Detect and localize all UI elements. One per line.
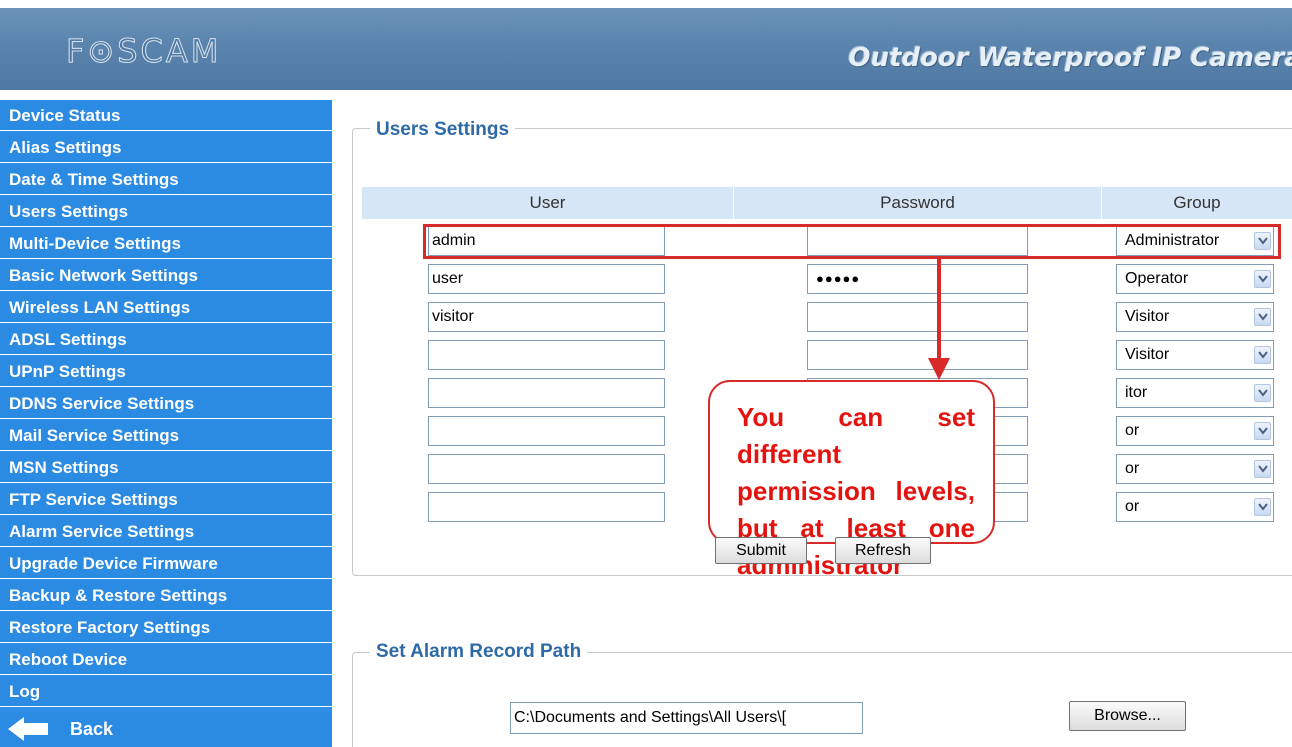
back-button[interactable]: Back (0, 712, 332, 747)
password-input[interactable] (807, 340, 1028, 370)
chevron-down-icon[interactable] (1254, 460, 1271, 478)
sidebar-item-restore-factory-settings[interactable]: Restore Factory Settings (0, 612, 332, 643)
password-input[interactable] (807, 226, 1028, 256)
sidebar-item-mail-service-settings[interactable]: Mail Service Settings (0, 420, 332, 451)
header-banner: F⊙SCAM Outdoor Waterproof IP Camera (0, 8, 1292, 90)
sidebar-item-basic-network-settings[interactable]: Basic Network Settings (0, 260, 332, 291)
sidebar-item-date-time-settings[interactable]: Date & Time Settings (0, 164, 332, 195)
group-select-value: or (1125, 422, 1140, 439)
chevron-down-icon[interactable] (1254, 346, 1271, 364)
group-select[interactable]: or (1116, 416, 1274, 446)
annotation-callout: You can set different permission levels,… (708, 380, 995, 580)
back-label: Back (70, 719, 114, 739)
user-name-input[interactable] (428, 340, 665, 370)
group-select-value: itor (1125, 384, 1148, 401)
sidebar-item-alarm-service-settings[interactable]: Alarm Service Settings (0, 516, 332, 547)
sidebar-item-ddns-service-settings[interactable]: DDNS Service Settings (0, 388, 332, 419)
group-select-value: or (1125, 498, 1140, 515)
foscam-logo: F⊙SCAM (65, 32, 222, 71)
user-name-input[interactable] (428, 226, 665, 256)
sidebar-item-upgrade-device-firmware[interactable]: Upgrade Device Firmware (0, 548, 332, 579)
user-name-input[interactable] (428, 416, 665, 446)
user-name-input[interactable] (428, 378, 665, 408)
group-select[interactable]: itor (1116, 378, 1274, 408)
sidebar-item-alias-settings[interactable]: Alias Settings (0, 132, 332, 163)
product-tagline: Outdoor Waterproof IP Camera (848, 43, 1292, 73)
group-select[interactable]: Visitor (1116, 340, 1274, 370)
group-select-value: or (1125, 460, 1140, 477)
password-input[interactable] (807, 302, 1028, 332)
chevron-down-icon[interactable] (1254, 270, 1271, 288)
sidebar-item-device-status[interactable]: Device Status (0, 100, 332, 131)
password-input[interactable]: ●●●●● (807, 264, 1028, 294)
group-select-value: Operator (1125, 270, 1189, 287)
chevron-down-icon[interactable] (1254, 308, 1271, 326)
sidebar-item-log[interactable]: Log (0, 676, 332, 707)
group-select[interactable]: Visitor (1116, 302, 1274, 332)
group-select-value: Administrator (1125, 232, 1220, 249)
back-arrow-icon (8, 717, 48, 741)
column-header-group: Group (1173, 193, 1221, 212)
sidebar-item-upnp-settings[interactable]: UPnP Settings (0, 356, 332, 387)
column-header-user: User (362, 187, 734, 219)
chevron-down-icon[interactable] (1254, 498, 1271, 516)
sidebar-nav: Device Status Alias Settings Date & Time… (0, 100, 332, 747)
submit-button[interactable]: Submit (715, 537, 807, 564)
group-select[interactable]: or (1116, 492, 1274, 522)
sidebar-item-users-settings[interactable]: Users Settings (0, 196, 332, 227)
user-name-input[interactable] (428, 492, 665, 522)
chevron-down-icon[interactable] (1254, 232, 1271, 250)
chevron-down-icon[interactable] (1254, 384, 1271, 402)
users-settings-legend: Users Settings (370, 119, 516, 141)
browse-button[interactable]: Browse... (1069, 701, 1186, 731)
sidebar-item-reboot-device[interactable]: Reboot Device (0, 644, 332, 675)
column-header-password: Password (734, 187, 1102, 219)
sidebar-item-backup-restore-settings[interactable]: Backup & Restore Settings (0, 580, 332, 611)
sidebar-item-adsl-settings[interactable]: ADSL Settings (0, 324, 332, 355)
group-select[interactable]: Administrator (1116, 226, 1274, 256)
sidebar-item-wireless-lan-settings[interactable]: Wireless LAN Settings (0, 292, 332, 323)
group-select[interactable]: Operator (1116, 264, 1274, 294)
sidebar-item-ftp-service-settings[interactable]: FTP Service Settings (0, 484, 332, 515)
record-path-input[interactable] (510, 702, 863, 734)
user-name-input[interactable] (428, 454, 665, 484)
chevron-down-icon[interactable] (1254, 422, 1271, 440)
alarm-record-path-legend: Set Alarm Record Path (370, 641, 588, 663)
group-select-value: Visitor (1125, 346, 1170, 363)
user-name-input[interactable] (428, 264, 665, 294)
sidebar-item-multi-device-settings[interactable]: Multi-Device Settings (0, 228, 332, 259)
users-table-header: User Password Group (362, 187, 1292, 219)
group-select[interactable]: or (1116, 454, 1274, 484)
sidebar-item-msn-settings[interactable]: MSN Settings (0, 452, 332, 483)
user-name-input[interactable] (428, 302, 665, 332)
refresh-button[interactable]: Refresh (835, 537, 931, 564)
group-select-value: Visitor (1125, 308, 1170, 325)
annotation-arrow-icon (928, 256, 950, 380)
